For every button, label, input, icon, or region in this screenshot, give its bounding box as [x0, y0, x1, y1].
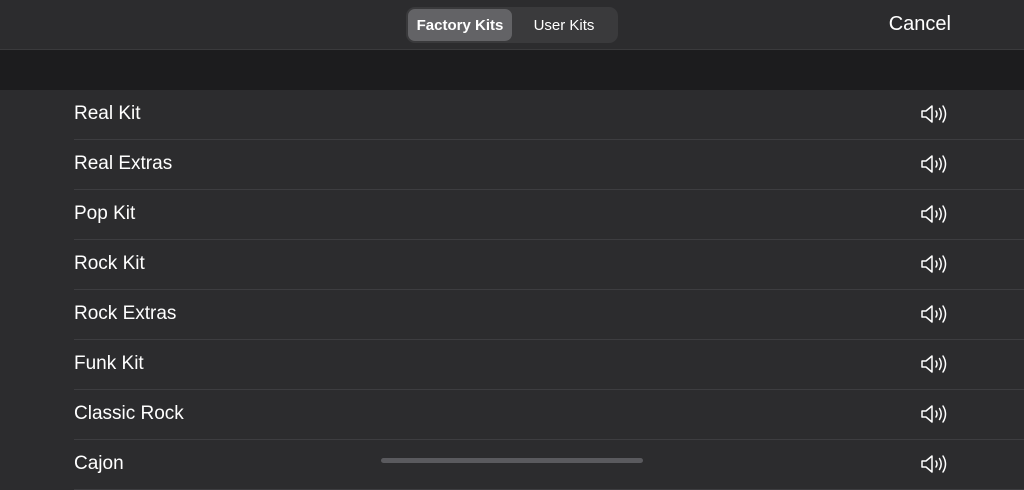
kit-source-segmented-control: Factory Kits User Kits [406, 7, 618, 43]
speaker-icon[interactable] [920, 353, 950, 375]
kit-row-classic-rock[interactable]: Classic Rock [74, 390, 1024, 440]
kit-label: Rock Extras [74, 303, 177, 324]
speaker-icon[interactable] [920, 453, 950, 475]
navigation-bar: Factory Kits User Kits Cancel [0, 0, 1024, 50]
speaker-icon[interactable] [920, 153, 950, 175]
speaker-icon[interactable] [920, 103, 950, 125]
speaker-icon[interactable] [920, 253, 950, 275]
kit-row-rock-extras[interactable]: Rock Extras [74, 290, 1024, 340]
kit-row-real-extras[interactable]: Real Extras [74, 140, 1024, 190]
kit-row-real-kit[interactable]: Real Kit [74, 90, 1024, 140]
cancel-button[interactable]: Cancel [889, 13, 951, 36]
segment-user-kits[interactable]: User Kits [512, 9, 616, 41]
home-indicator[interactable] [381, 458, 643, 463]
kit-label: Rock Kit [74, 253, 145, 274]
kit-row-rock-kit[interactable]: Rock Kit [74, 240, 1024, 290]
kit-row-funk-kit[interactable]: Funk Kit [74, 340, 1024, 390]
kit-label: Cajon [74, 453, 124, 474]
kit-label: Pop Kit [74, 203, 136, 224]
kit-row-pop-kit[interactable]: Pop Kit [74, 190, 1024, 240]
kit-row-cajon[interactable]: Cajon [74, 440, 1024, 490]
speaker-icon[interactable] [920, 403, 950, 425]
segment-factory-kits[interactable]: Factory Kits [408, 9, 512, 41]
speaker-icon[interactable] [920, 203, 950, 225]
section-header [0, 50, 1024, 90]
kit-label: Real Extras [74, 153, 173, 174]
kit-label: Funk Kit [74, 353, 144, 374]
speaker-icon[interactable] [920, 303, 950, 325]
kit-label: Real Kit [74, 103, 141, 124]
kit-label: Classic Rock [74, 403, 184, 424]
kit-list: Real Kit Real Extras Pop Kit Rock Kit Ro… [0, 90, 1024, 490]
